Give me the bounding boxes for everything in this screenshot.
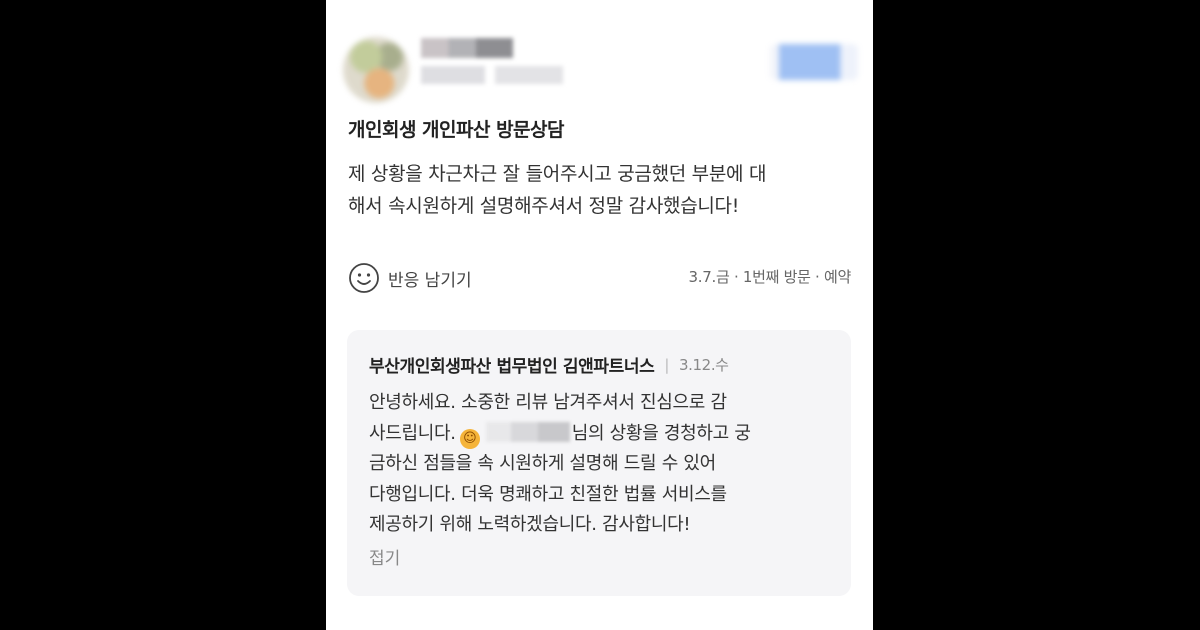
review-body-line: 해서 속시원하게 설명해주셔서 정말 감사했습니다! bbox=[348, 195, 740, 217]
smiling-face-emoji: ☺ bbox=[459, 428, 480, 449]
reviewer-meta-blurred bbox=[421, 66, 563, 84]
review-title: 개인회생 개인파산 방문상담 bbox=[348, 119, 565, 141]
reply-header: 부산개인회생파산 법무법인 김앤파트너스 | 3.12.수 bbox=[369, 352, 729, 378]
reviewer-avatar-blurred[interactable] bbox=[343, 37, 409, 103]
owner-reply: 부산개인회생파산 법무법인 김앤파트너스 | 3.12.수 안녕하세요. 소중한… bbox=[347, 330, 851, 596]
reply-author: 부산개인회생파산 법무법인 김앤파트너스 bbox=[369, 357, 655, 377]
reply-line-prefix: 사드립니다. bbox=[369, 422, 456, 444]
reviewer-name-blurred[interactable] bbox=[421, 38, 513, 58]
reply-body: 안녕하세요. 소중한 리뷰 남겨주셔서 진심으로 감 사드립니다. ☺ 님의 상황을… bbox=[369, 388, 839, 541]
reply-line-suffix: 님의 상황을 경청하고 궁 bbox=[571, 422, 751, 444]
smile-icon bbox=[349, 263, 379, 293]
review-body-line: 제 상황을 차근차근 잘 들어주시고 궁금했던 부분에 대 bbox=[348, 163, 767, 185]
masked-reviewer-name bbox=[485, 421, 570, 442]
visit-meta: 3.7.금 · 1번째 방문 · 예약 bbox=[688, 268, 852, 286]
react-label: 반응 남기기 bbox=[388, 270, 472, 291]
reply-line: 금하신 점들을 속 시원하게 설명해 드릴 수 있어 bbox=[369, 453, 716, 474]
reply-date: 3.12.수 bbox=[679, 356, 729, 374]
review-body: 제 상황을 차근차근 잘 들어주시고 궁금했던 부분에 대 해서 속시원하게 설… bbox=[348, 158, 858, 222]
reply-line: 다행입니다. 더욱 명쾌하고 친절한 법률 서비스를 bbox=[369, 483, 727, 505]
review-card: 개인회생 개인파산 방문상담 제 상황을 차근차근 잘 들어주시고 궁금했던 부… bbox=[326, 0, 873, 630]
collapse-button[interactable]: 접기 bbox=[369, 544, 400, 569]
reply-line: 사드립니다. ☺ 님의 상황을 경청하고 궁 bbox=[369, 419, 839, 450]
react-button[interactable]: 반응 남기기 bbox=[348, 262, 472, 294]
reply-line: 안녕하세요. 소중한 리뷰 남겨주셔서 진심으로 감 bbox=[369, 392, 727, 413]
reply-separator: | bbox=[664, 355, 670, 374]
follow-button-blurred[interactable] bbox=[770, 44, 858, 80]
reply-line: 제공하기 위해 노력하겠습니다. 감사합니다! bbox=[369, 514, 691, 535]
